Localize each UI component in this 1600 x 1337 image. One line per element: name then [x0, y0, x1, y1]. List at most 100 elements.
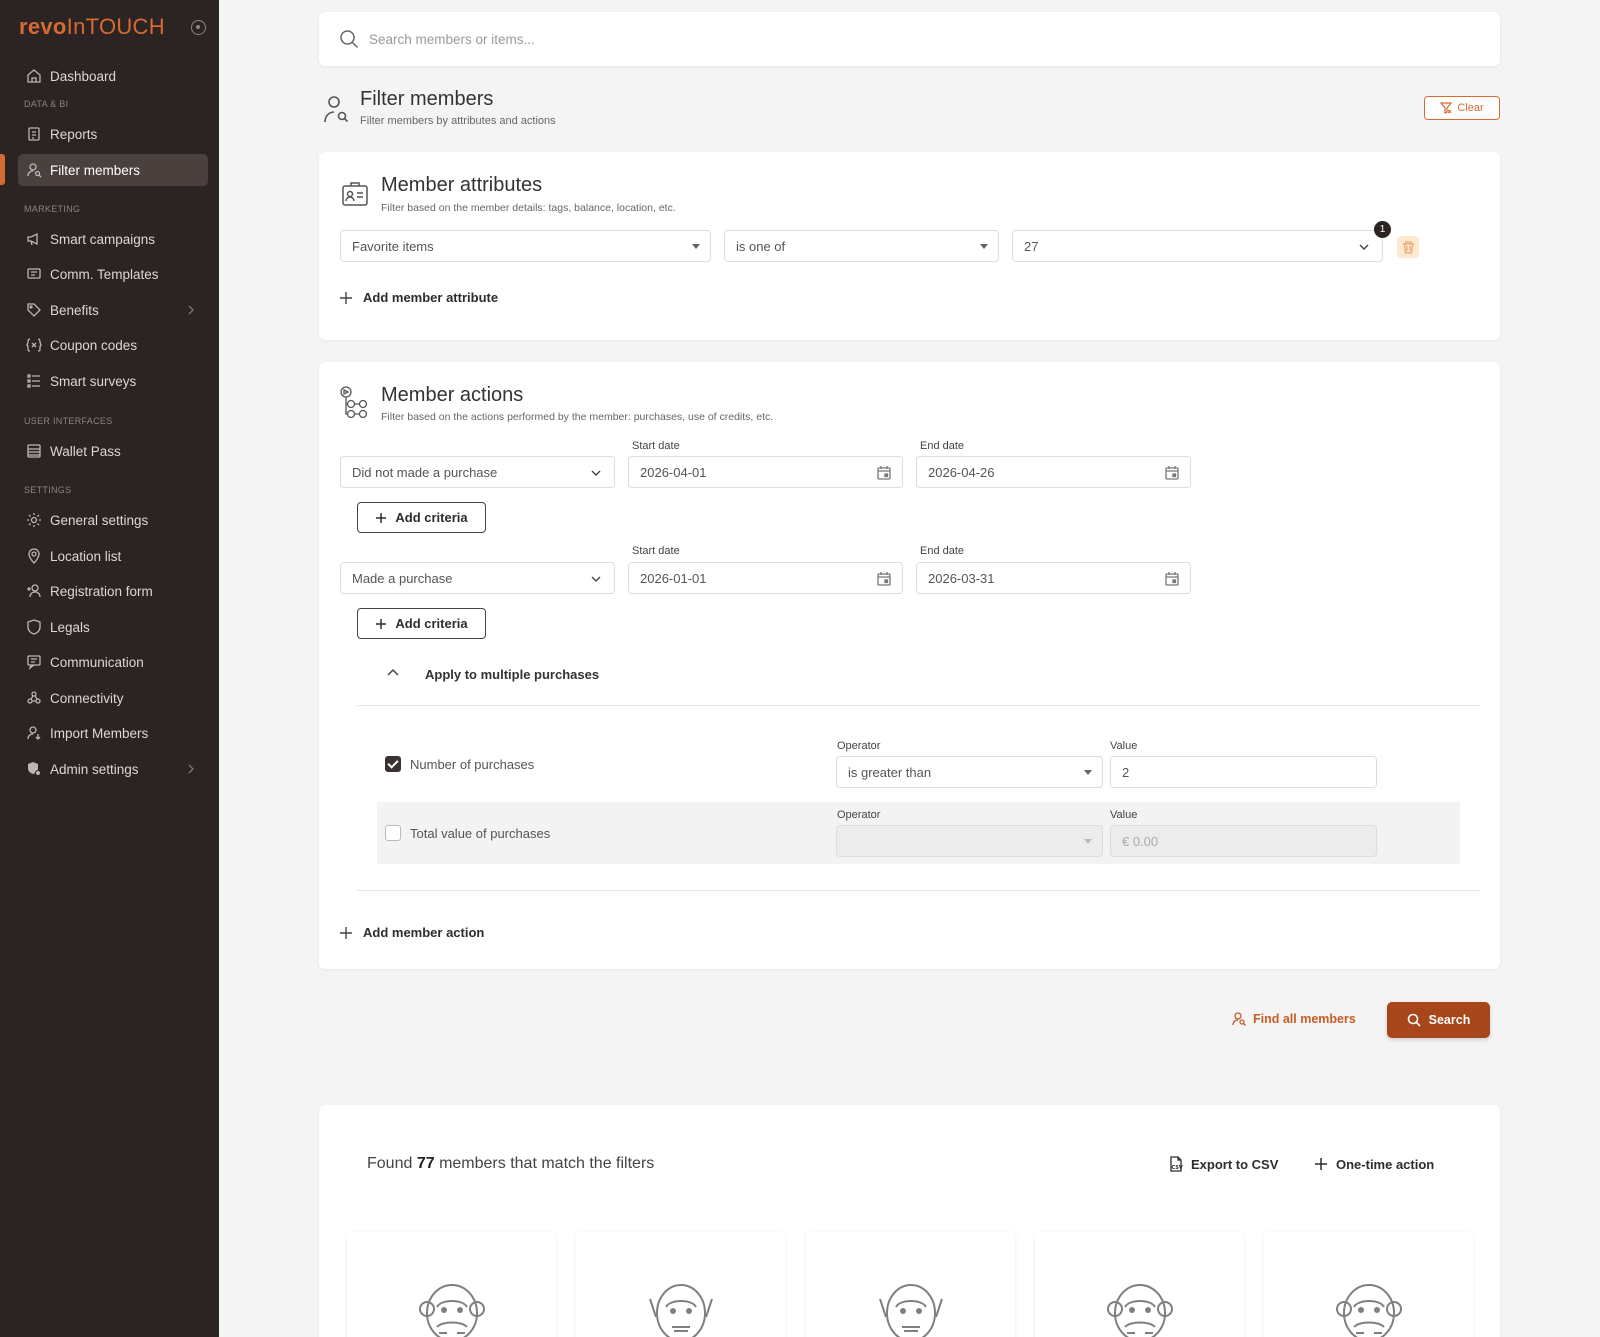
- user-search-icon: [324, 96, 349, 123]
- monkey-hear-no-evil-icon: [649, 1284, 713, 1337]
- attribute-field-select[interactable]: Favorite items: [340, 230, 711, 262]
- search-input[interactable]: [369, 31, 1069, 47]
- start-date-label: Start date: [632, 440, 680, 452]
- find-all-members-button[interactable]: Find all members: [1232, 1012, 1356, 1026]
- coupon-icon: [26, 337, 42, 353]
- caret-down-icon: [1084, 770, 1092, 775]
- sidebar-item-smart-campaigns[interactable]: Smart campaigns: [18, 223, 208, 255]
- monkey-speak-no-evil-icon: [419, 1284, 485, 1337]
- member-card[interactable]: [576, 1232, 785, 1337]
- attribute-value-select[interactable]: 27: [1012, 230, 1383, 262]
- gear-icon: [26, 512, 42, 528]
- divider: [357, 705, 1480, 706]
- operator-label: Operator: [837, 809, 881, 821]
- attribute-operator-select[interactable]: is one of: [724, 230, 999, 262]
- member-card[interactable]: [806, 1232, 1015, 1337]
- member-card[interactable]: [347, 1232, 556, 1337]
- one-time-action-button[interactable]: One-time action: [1313, 1156, 1434, 1172]
- page-subtitle: Filter members by attributes and actions: [360, 115, 556, 127]
- delete-attribute-button[interactable]: [1397, 236, 1419, 258]
- search-icon: [340, 30, 359, 49]
- sidebar-item-registration-form[interactable]: Registration form: [18, 575, 208, 607]
- total-value-label: Total value of purchases: [410, 826, 551, 841]
- add-member-action-button[interactable]: Add member action: [339, 925, 484, 940]
- nav-section-data: DATA & BI: [24, 99, 69, 109]
- add-member-attribute-button[interactable]: Add member attribute: [339, 290, 498, 305]
- section-subtitle: Filter based on the member details: tags…: [381, 202, 676, 214]
- sidebar-item-filter-members[interactable]: Filter members: [18, 154, 208, 186]
- sidebar-item-reports[interactable]: Reports: [18, 118, 208, 150]
- chevron-right-icon: [188, 764, 194, 774]
- sidebar-item-import-members[interactable]: Import Members: [18, 717, 208, 749]
- plus-icon: [340, 291, 352, 304]
- caret-down-icon: [1084, 839, 1092, 844]
- purchases-operator-select[interactable]: is greater than: [836, 756, 1103, 788]
- total-value-input[interactable]: € 0.00: [1110, 825, 1377, 857]
- user-search-icon: [26, 162, 42, 178]
- user-add-icon: [26, 583, 42, 599]
- chevron-down-icon: [591, 576, 601, 582]
- plus-icon: [1315, 1158, 1327, 1170]
- filter-clear-icon: [1440, 102, 1453, 114]
- member-card[interactable]: [1264, 1232, 1473, 1337]
- sidebar-item-legals[interactable]: Legals: [18, 611, 208, 643]
- action-type-select[interactable]: Made a purchase: [340, 562, 615, 594]
- total-value-checkbox[interactable]: [385, 825, 401, 841]
- multi-purchase-toggle[interactable]: Apply to multiple purchases: [425, 667, 599, 682]
- calendar-icon[interactable]: [1164, 571, 1180, 587]
- sidebar-item-smart-surveys[interactable]: Smart surveys: [18, 365, 208, 397]
- number-of-purchases-checkbox[interactable]: [385, 756, 401, 772]
- brand-logo[interactable]: revoInTOUCH: [19, 14, 165, 40]
- end-date-label: End date: [920, 440, 965, 452]
- sidebar-item-wallet-pass[interactable]: Wallet Pass: [18, 435, 208, 467]
- member-card[interactable]: [1035, 1232, 1244, 1337]
- purchases-value-input[interactable]: 2: [1110, 756, 1377, 788]
- sidebar-item-admin-settings[interactable]: Admin settings: [18, 753, 208, 785]
- search-icon: [1407, 1013, 1421, 1027]
- add-criteria-button[interactable]: Add criteria: [357, 502, 486, 533]
- start-date-input[interactable]: 2026-01-01: [628, 562, 903, 594]
- caret-down-icon: [692, 244, 700, 249]
- results-count-text: Found 77 members that match the filters: [367, 1155, 655, 1172]
- chevron-up-icon[interactable]: [386, 665, 400, 679]
- member-attributes-card: Member attributes Filter based on the me…: [319, 152, 1500, 340]
- megaphone-icon: [26, 231, 42, 247]
- sidebar-item-dashboard[interactable]: Dashboard: [18, 60, 208, 92]
- id-card-icon: [342, 182, 368, 206]
- page-title: Filter members: [360, 88, 494, 110]
- report-icon: [26, 126, 42, 142]
- chevron-down-icon: [591, 470, 601, 476]
- sidebar-item-location-list[interactable]: Location list: [18, 540, 208, 572]
- add-criteria-button[interactable]: Add criteria: [357, 608, 486, 639]
- total-value-operator-select[interactable]: [836, 825, 1103, 857]
- plus-icon: [376, 618, 387, 629]
- sidebar-item-comm-templates[interactable]: Comm. Templates: [18, 258, 208, 290]
- calendar-icon[interactable]: [876, 465, 892, 481]
- end-date-input[interactable]: 2026-03-31: [916, 562, 1191, 594]
- plus-icon: [376, 512, 387, 523]
- value-label: Value: [1110, 740, 1138, 752]
- collapse-sidebar-icon[interactable]: [191, 20, 206, 35]
- tag-icon: [26, 302, 42, 318]
- chevron-down-icon: [1359, 244, 1369, 250]
- user-search-icon: [1232, 1012, 1246, 1026]
- list-icon: [26, 373, 42, 389]
- clear-button[interactable]: Clear: [1424, 96, 1500, 120]
- template-icon: [26, 266, 42, 282]
- export-csv-button[interactable]: CSV Export to CSV: [1168, 1156, 1278, 1172]
- calendar-icon[interactable]: [876, 571, 892, 587]
- number-of-purchases-label: Number of purchases: [410, 757, 535, 772]
- start-date-input[interactable]: 2026-04-01: [628, 456, 903, 488]
- chevron-right-icon: [188, 305, 194, 315]
- end-date-input[interactable]: 2026-04-26: [916, 456, 1191, 488]
- sidebar-item-communication[interactable]: Communication: [18, 646, 208, 678]
- chat-icon: [26, 654, 42, 670]
- sidebar-item-connectivity[interactable]: Connectivity: [18, 682, 208, 714]
- calendar-icon[interactable]: [1164, 465, 1180, 481]
- sidebar-item-coupon-codes[interactable]: Coupon codes: [18, 329, 208, 361]
- search-button[interactable]: Search: [1387, 1002, 1490, 1038]
- action-type-select[interactable]: Did not made a purchase: [340, 456, 615, 488]
- sidebar: revoInTOUCH Dashboard DATA & BI Reports …: [0, 0, 219, 1337]
- sidebar-item-general-settings[interactable]: General settings: [18, 504, 208, 536]
- sidebar-item-benefits[interactable]: Benefits: [18, 294, 208, 326]
